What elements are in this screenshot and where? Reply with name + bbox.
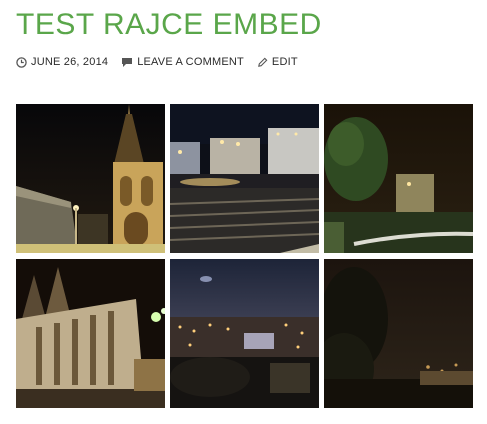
city-panorama-photo	[170, 259, 319, 408]
gallery-photo-4[interactable]	[16, 259, 165, 408]
edit-link[interactable]: EDIT	[257, 56, 298, 68]
comment-icon	[122, 57, 133, 67]
park-tree-photo	[324, 104, 473, 253]
edit-label: EDIT	[271, 56, 298, 68]
photo-gallery	[16, 104, 473, 408]
post-date-link[interactable]: JUNE 26, 2014	[16, 56, 108, 68]
clock-icon	[16, 56, 27, 68]
gallery-photo-2[interactable]	[170, 104, 319, 253]
pencil-icon	[258, 57, 268, 67]
leave-comment-link[interactable]: LEAVE A COMMENT	[121, 56, 244, 68]
leave-comment-label: LEAVE A COMMENT	[137, 56, 244, 68]
gallery-photo-6[interactable]	[324, 259, 473, 408]
post-meta: JUNE 26, 2014 LEAVE A COMMENT EDIT	[16, 56, 311, 68]
church-spire-photo	[16, 104, 165, 253]
gallery-photo-1[interactable]	[16, 104, 165, 253]
post-title[interactable]: TEST RAJCE EMBED	[16, 8, 322, 42]
dark-trees-photo	[324, 259, 473, 408]
city-square-photo	[170, 104, 319, 253]
post-date: JUNE 26, 2014	[31, 56, 109, 68]
gallery-photo-3[interactable]	[324, 104, 473, 253]
cathedral-photo	[16, 259, 165, 408]
gallery-photo-5[interactable]	[170, 259, 319, 408]
